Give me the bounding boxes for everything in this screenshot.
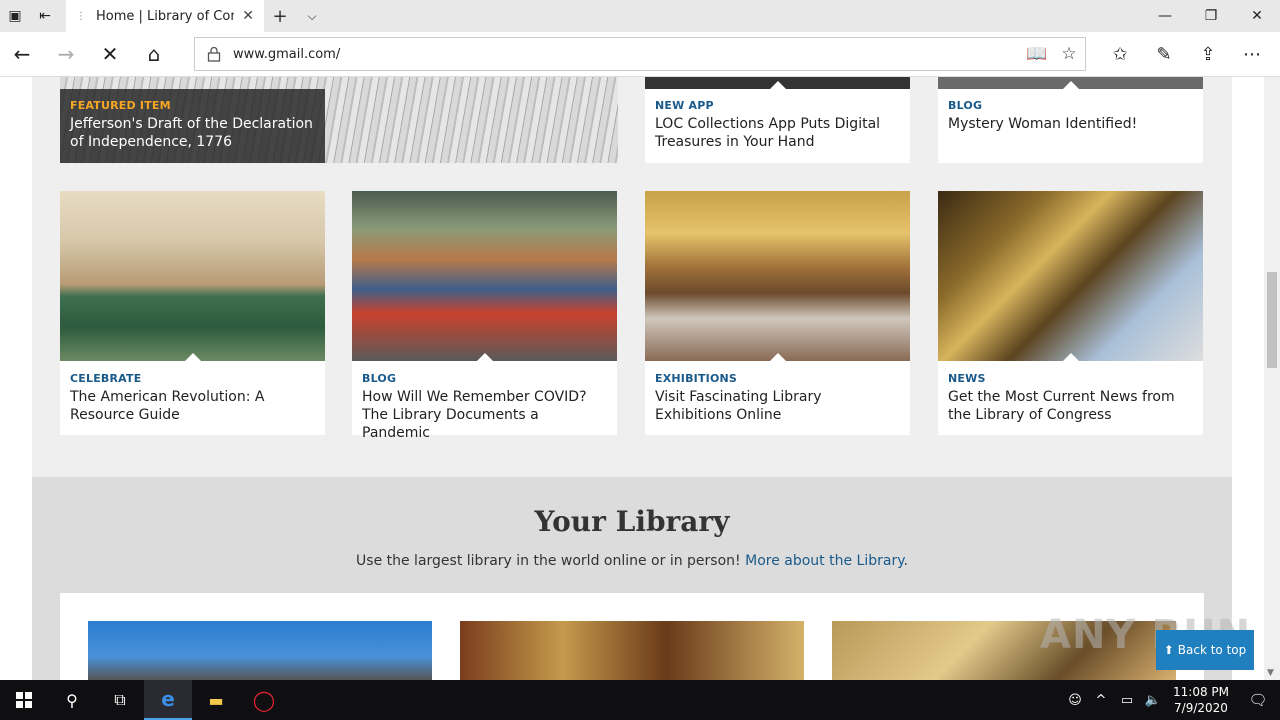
chevron-up-icon[interactable]: ^ bbox=[1088, 693, 1114, 708]
card-celebrate[interactable]: CELEBRATE The American Revolution: A Res… bbox=[60, 191, 325, 435]
share-icon[interactable]: ⇪ bbox=[1186, 37, 1230, 71]
new-tab-icon[interactable]: + bbox=[264, 0, 296, 32]
card-exhibitions[interactable]: EXHIBITIONS Visit Fascinating Library Ex… bbox=[645, 191, 910, 435]
task-view-icon[interactable]: ⧉ bbox=[96, 680, 144, 720]
card-category: EXHIBITIONS bbox=[655, 372, 738, 385]
people-icon[interactable]: ☺ bbox=[1062, 693, 1088, 708]
card-blog-covid[interactable]: BLOG How Will We Remember COVID? The Lib… bbox=[352, 191, 617, 441]
featured-overlay: FEATURED ITEM Jefferson's Draft of the D… bbox=[60, 89, 325, 163]
opera-icon[interactable]: ◯ bbox=[240, 680, 288, 720]
card-notch bbox=[184, 353, 201, 361]
network-icon[interactable]: ▭ bbox=[1114, 693, 1140, 708]
system-clock[interactable]: 11:08 PM 7/9/2020 bbox=[1166, 684, 1236, 716]
card-notch bbox=[769, 81, 786, 89]
clock-time: 11:08 PM bbox=[1173, 685, 1229, 699]
card-image bbox=[352, 191, 617, 361]
scroll-down-arrow-icon[interactable]: ▼ bbox=[1267, 668, 1274, 678]
card-image bbox=[645, 191, 910, 361]
windows-taskbar: ⚲ ⧉ e ▬ ◯ ☺ ^ ▭ 🔈 11:08 PM 7/9/2020 🗨 bbox=[0, 680, 1280, 720]
card-category: BLOG bbox=[948, 99, 983, 112]
notifications-icon[interactable]: 🗨 bbox=[1236, 691, 1280, 709]
close-window-icon[interactable]: ✕ bbox=[1234, 0, 1280, 32]
featured-category: FEATURED ITEM bbox=[70, 99, 171, 112]
card-notch bbox=[769, 353, 786, 361]
more-icon[interactable]: ⋯ bbox=[1230, 37, 1274, 71]
subtitle-text: Use the largest library in the world onl… bbox=[356, 553, 741, 569]
featured-card[interactable]: FEATURED ITEM Jefferson's Draft of the D… bbox=[60, 77, 618, 163]
windows-start-icon[interactable] bbox=[0, 680, 48, 720]
card-title[interactable]: Mystery Woman Identified! bbox=[948, 115, 1193, 133]
nav-bar: ← → ✕ ⌂ www.gmail.com/ 📖 ☆ ✩ ✎ ⇪ ⋯ bbox=[0, 32, 1280, 77]
featured-title[interactable]: Jefferson's Draft of the Declaration of … bbox=[70, 115, 315, 151]
back-to-top-label: Back to top bbox=[1177, 643, 1247, 657]
address-bar[interactable]: www.gmail.com/ 📖 ☆ bbox=[194, 37, 1086, 71]
card-image bbox=[938, 191, 1203, 361]
tab-close-icon[interactable]: ✕ bbox=[242, 8, 254, 24]
subtitle-period: . bbox=[903, 553, 908, 569]
card-title[interactable]: The American Revolution: A Resource Guid… bbox=[70, 388, 315, 424]
scrollbar-thumb[interactable] bbox=[1267, 272, 1277, 368]
minimize-icon[interactable]: — bbox=[1142, 0, 1188, 32]
restore-icon[interactable]: ❐ bbox=[1188, 0, 1234, 32]
card-category: NEWS bbox=[948, 372, 986, 385]
edge-browser-icon[interactable]: e bbox=[144, 680, 192, 720]
favorites-hub-icon[interactable]: ✩ bbox=[1098, 37, 1142, 71]
tab-list-chevron-icon[interactable]: ⌵ bbox=[296, 0, 328, 32]
card-title[interactable]: Get the Most Current News from the Libra… bbox=[948, 388, 1193, 424]
page-viewport: FEATURED ITEM Jefferson's Draft of the D… bbox=[0, 77, 1264, 680]
card-title[interactable]: LOC Collections App Puts Digital Treasur… bbox=[655, 115, 900, 151]
vertical-scrollbar[interactable]: ▼ bbox=[1264, 77, 1280, 680]
card-news[interactable]: NEWS Get the Most Current News from the … bbox=[938, 191, 1203, 435]
forward-arrow-icon[interactable]: → bbox=[44, 34, 88, 74]
card-category: CELEBRATE bbox=[70, 372, 142, 385]
card-blog-mystery[interactable]: BLOG Mystery Woman Identified! bbox=[938, 77, 1203, 163]
library-image-building[interactable] bbox=[88, 621, 432, 680]
card-notch bbox=[476, 353, 493, 361]
card-new-app[interactable]: NEW APP LOC Collections App Puts Digital… bbox=[645, 77, 910, 163]
reading-view-icon[interactable]: 📖 bbox=[1021, 44, 1053, 64]
lock-icon bbox=[207, 46, 221, 62]
volume-icon[interactable]: 🔈 bbox=[1140, 693, 1166, 708]
card-category: NEW APP bbox=[655, 99, 714, 112]
search-icon[interactable]: ⚲ bbox=[48, 680, 96, 720]
url-text[interactable]: www.gmail.com/ bbox=[233, 47, 1021, 62]
back-to-top-button[interactable]: ⬆ Back to top bbox=[1156, 630, 1254, 670]
your-library-subtitle: Use the largest library in the world onl… bbox=[32, 553, 1232, 569]
home-icon[interactable]: ⌂ bbox=[132, 34, 176, 74]
more-about-library-link[interactable]: More about the Library bbox=[745, 553, 903, 569]
windows-logo-icon bbox=[16, 692, 32, 708]
up-arrow-icon: ⬆ bbox=[1163, 643, 1174, 657]
tab-title: Home | Library of Congress bbox=[96, 8, 234, 24]
card-notch bbox=[1062, 353, 1079, 361]
card-notch bbox=[1062, 81, 1079, 89]
favorite-star-icon[interactable]: ☆ bbox=[1053, 44, 1085, 64]
browser-tab[interactable]: ⋮ Home | Library of Congress ✕ bbox=[66, 0, 264, 32]
card-image bbox=[60, 191, 325, 361]
stop-icon[interactable]: ✕ bbox=[88, 34, 132, 74]
library-image-reading-room[interactable] bbox=[460, 621, 804, 680]
title-bar: ▣ ⇤ ⋮ Home | Library of Congress ✕ + ⌵ —… bbox=[0, 0, 1280, 32]
card-title[interactable]: Visit Fascinating Library Exhibitions On… bbox=[655, 388, 900, 424]
card-category: BLOG bbox=[362, 372, 397, 385]
loading-icon: ⋮ bbox=[76, 10, 86, 22]
back-arrow-icon[interactable]: ← bbox=[0, 34, 44, 74]
card-title[interactable]: How Will We Remember COVID? The Library … bbox=[362, 388, 607, 442]
set-aside-tabs-icon[interactable]: ⇤ bbox=[30, 0, 60, 32]
tab-actions-icon[interactable]: ▣ bbox=[0, 0, 30, 32]
your-library-heading: Your Library bbox=[534, 505, 730, 538]
pen-notes-icon[interactable]: ✎ bbox=[1142, 37, 1186, 71]
file-explorer-icon[interactable]: ▬ bbox=[192, 680, 240, 720]
clock-date: 7/9/2020 bbox=[1174, 701, 1228, 715]
